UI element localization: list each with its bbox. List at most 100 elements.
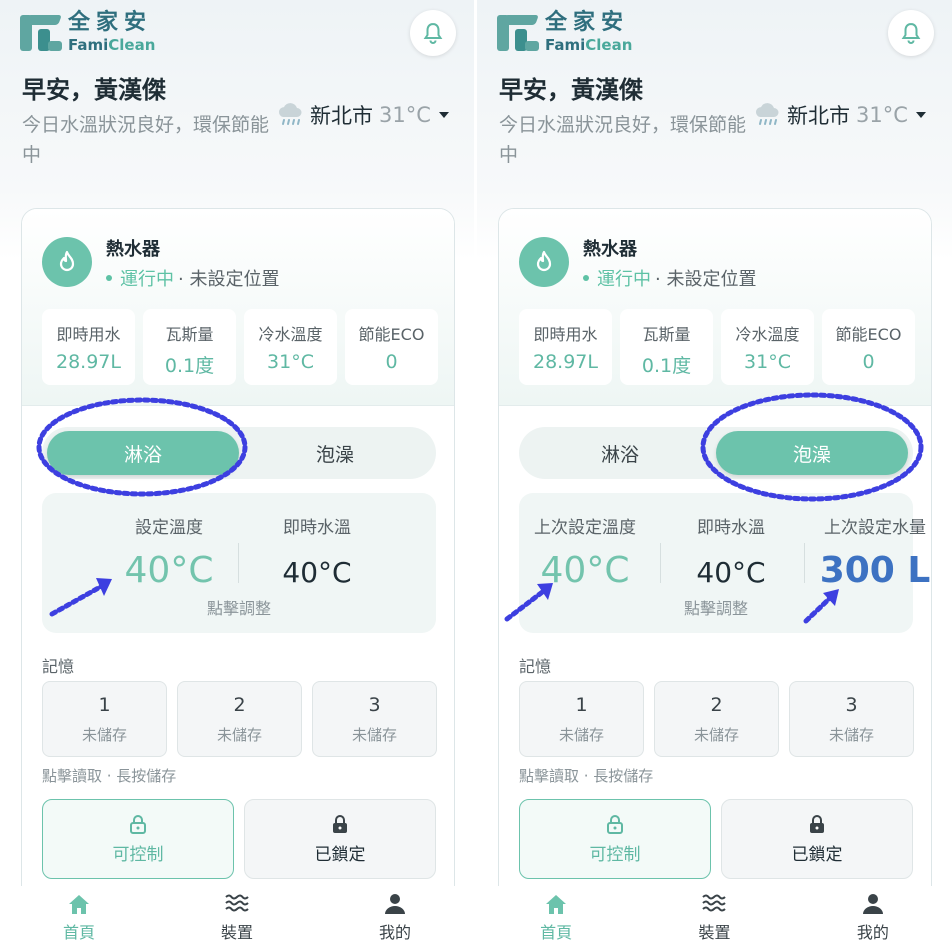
stat-cold-water-temp: 冷水溫度 31°C bbox=[721, 309, 814, 385]
temperature-panel[interactable]: 設定溫度 40°C 即時水溫 40°C 點擊調整 bbox=[42, 493, 436, 633]
mode-bath-button[interactable]: 泡澡 bbox=[239, 431, 431, 475]
last-set-temp-value: 40°C bbox=[540, 550, 630, 591]
stat-water-usage: 即時用水 28.97L bbox=[519, 309, 612, 385]
lock-icon bbox=[810, 814, 824, 833]
flame-icon bbox=[42, 237, 92, 287]
device-status: 運行中 · 未設定位置 bbox=[106, 265, 279, 291]
nav-devices[interactable]: 裝置 bbox=[635, 886, 793, 950]
memory-slot-2[interactable]: 2 未儲存 bbox=[654, 681, 779, 757]
live-temp-value: 40°C bbox=[696, 556, 766, 589]
brand-name-en: FamiClean bbox=[68, 36, 156, 54]
bell-icon bbox=[901, 22, 921, 44]
memory-label: 記憶 bbox=[42, 657, 75, 676]
user-icon bbox=[862, 894, 883, 914]
stats-row: 即時用水 28.97L 瓦斯量 0.1度 冷水溫度 31°C 節能ECO 0 bbox=[42, 309, 438, 385]
nav-me[interactable]: 我的 bbox=[794, 886, 952, 950]
notification-button[interactable] bbox=[410, 10, 456, 56]
running-label: 運行中 bbox=[120, 269, 174, 290]
device-header: 熱水器 運行中 · 未設定位置 即時用水 28.97L 瓦斯量 0.1度 冷水溫度 3… bbox=[499, 209, 931, 406]
memory-slots: 1 未儲存 2 未儲存 3 未儲存 bbox=[519, 681, 914, 757]
notification-button[interactable] bbox=[888, 10, 934, 56]
stat-gas: 瓦斯量 0.1度 bbox=[620, 309, 713, 385]
device-header: 熱水器 運行中 · 未設定位置 即時用水 28.97L 瓦斯量 0.1度 冷水溫度 3… bbox=[22, 209, 454, 406]
memory-label: 記憶 bbox=[519, 657, 552, 676]
last-set-volume-value: 300 L bbox=[819, 550, 931, 591]
status-message: 今日水溫狀況良好，環保節能中 bbox=[22, 114, 270, 166]
tap-adjust-hint: 點擊調整 bbox=[683, 599, 748, 618]
brand-name-en: FamiClean bbox=[545, 36, 633, 54]
control-row: 可控制 已鎖定 bbox=[42, 799, 436, 879]
status-message: 今日水溫狀況良好，環保節能中 bbox=[499, 114, 747, 166]
mode-bath-button[interactable]: 泡澡 bbox=[716, 431, 908, 475]
greeting-title: 早安，黃漢傑 bbox=[22, 76, 166, 104]
last-set-volume-label: 上次設定水量 bbox=[824, 518, 926, 538]
stat-eco: 節能ECO 0 bbox=[345, 309, 438, 385]
tap-adjust-hint: 點擊調整 bbox=[206, 599, 271, 618]
waves-icon bbox=[702, 894, 727, 912]
device-name: 熱水器 bbox=[583, 239, 637, 260]
home-icon bbox=[546, 895, 567, 914]
set-temp-column: 設定溫度 40°C bbox=[94, 513, 244, 591]
mode-shower-button[interactable]: 淋浴 bbox=[47, 431, 239, 475]
nav-devices[interactable]: 裝置 bbox=[158, 886, 316, 950]
memory-slot-3[interactable]: 3 未儲存 bbox=[789, 681, 914, 757]
phone-screen-shower-mode: 全家安 FamiClean 早安，黃漢傑 今日水溫狀況良好，環保節能中 新北市 … bbox=[0, 0, 474, 950]
unlock-icon bbox=[607, 814, 623, 834]
mode-shower-button[interactable]: 淋浴 bbox=[524, 431, 716, 475]
status-dot bbox=[583, 275, 589, 281]
weather-city: 新北市 bbox=[787, 104, 850, 128]
weather-city: 新北市 bbox=[310, 104, 373, 128]
memory-slot-1[interactable]: 1 未儲存 bbox=[519, 681, 644, 757]
stats-row: 即時用水 28.97L 瓦斯量 0.1度 冷水溫度 31°C 節能ECO 0 bbox=[519, 309, 915, 385]
device-status: 運行中 · 未設定位置 bbox=[583, 265, 756, 291]
nav-home[interactable]: 首頁 bbox=[477, 886, 635, 950]
memory-slot-3[interactable]: 3 未儲存 bbox=[312, 681, 437, 757]
device-name: 熱水器 bbox=[106, 239, 160, 260]
location-label: · 未設定位置 bbox=[655, 269, 757, 290]
greeting-title: 早安，黃漢傑 bbox=[499, 76, 643, 104]
home-icon bbox=[69, 895, 89, 914]
brand-logo: 全家安 FamiClean bbox=[20, 12, 155, 54]
last-set-temp-column: 上次設定溫度 40°C bbox=[519, 513, 651, 591]
rain-cloud-icon bbox=[755, 103, 779, 125]
user-icon bbox=[385, 894, 405, 914]
locked-button[interactable]: 已鎖定 bbox=[244, 799, 436, 879]
controllable-button[interactable]: 可控制 bbox=[42, 799, 234, 879]
nav-home[interactable]: 首頁 bbox=[0, 886, 158, 950]
memory-hint: 點擊讀取 · 長按儲存 bbox=[42, 767, 177, 785]
memory-slot-1[interactable]: 1 未儲存 bbox=[42, 681, 167, 757]
last-set-temp-label: 上次設定溫度 bbox=[534, 518, 636, 538]
nav-me[interactable]: 我的 bbox=[316, 886, 474, 950]
brand-name-cn: 全家安 bbox=[68, 10, 153, 35]
locked-button[interactable]: 已鎖定 bbox=[721, 799, 913, 879]
live-temp-label: 即時水溫 bbox=[283, 518, 351, 538]
rain-cloud-icon bbox=[278, 103, 302, 125]
weather-selector[interactable]: 新北市 31°C bbox=[753, 100, 926, 130]
memory-slot-2[interactable]: 2 未儲存 bbox=[177, 681, 302, 757]
temperature-panel[interactable]: 上次設定溫度 40°C 即時水溫 40°C 上次設定水量 300 L 點擊調整 bbox=[519, 493, 930, 633]
weather-temp: 31°C bbox=[379, 103, 431, 127]
controllable-button[interactable]: 可控制 bbox=[519, 799, 711, 879]
last-set-volume-column: 上次設定水量 300 L bbox=[809, 513, 931, 591]
brand-name-cn: 全家安 bbox=[545, 10, 630, 35]
memory-hint: 點擊讀取 · 長按儲存 bbox=[519, 767, 654, 785]
chevron-down-icon bbox=[438, 112, 449, 118]
live-temp-label: 即時水溫 bbox=[697, 518, 765, 538]
water-heater-card: 熱水器 運行中 · 未設定位置 即時用水 28.97L 瓦斯量 0.1度 冷水溫度 3… bbox=[21, 208, 455, 950]
weather-selector[interactable]: 新北市 31°C bbox=[276, 100, 449, 130]
stat-gas: 瓦斯量 0.1度 bbox=[143, 309, 236, 385]
comparison-screenshot: 全家安 FamiClean 早安，黃漢傑 今日水溫狀況良好，環保節能中 新北市 … bbox=[0, 0, 952, 950]
famiclean-logo-icon bbox=[497, 13, 539, 53]
mode-toggle: 淋浴 泡澡 bbox=[519, 427, 913, 479]
weather-temp: 31°C bbox=[856, 103, 908, 127]
status-dot bbox=[106, 275, 112, 281]
unlock-icon bbox=[130, 814, 146, 834]
live-temp-column: 即時水溫 40°C bbox=[665, 513, 797, 589]
stat-eco: 節能ECO 0 bbox=[822, 309, 915, 385]
water-heater-card: 熱水器 運行中 · 未設定位置 即時用水 28.97L 瓦斯量 0.1度 冷水溫度 3… bbox=[498, 208, 932, 950]
live-temp-value: 40°C bbox=[282, 556, 352, 589]
set-temp-value: 40°C bbox=[124, 550, 214, 591]
mode-toggle: 淋浴 泡澡 bbox=[42, 427, 436, 479]
famiclean-logo-icon bbox=[20, 13, 62, 53]
bell-icon bbox=[423, 22, 443, 44]
